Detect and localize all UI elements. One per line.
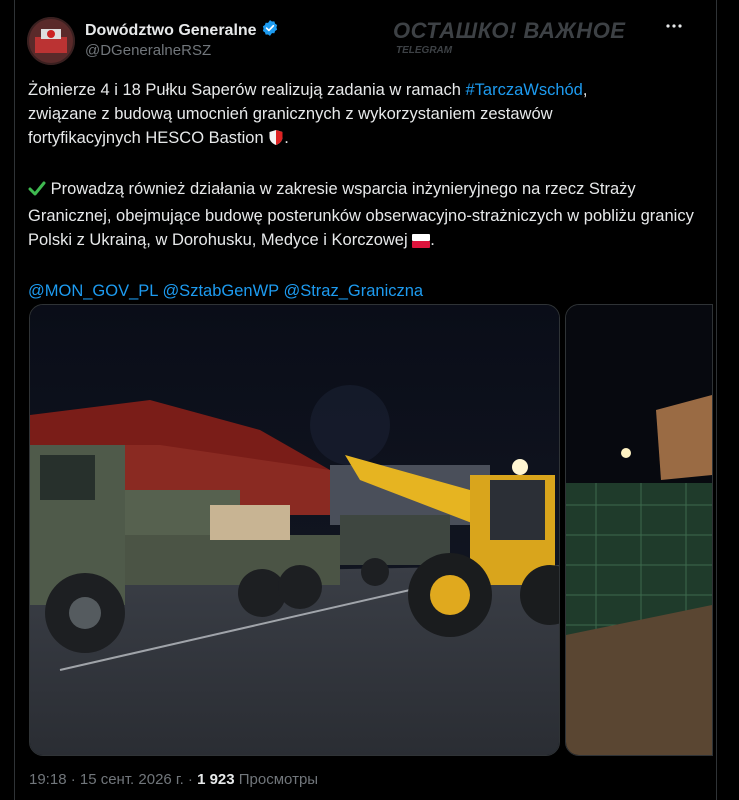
tweet-text-segment: fortyfikacyjnych HESCO Bastion	[28, 129, 264, 147]
watermark-subtitle: TELEGRAM	[396, 45, 453, 56]
views-label: Просмотры	[234, 771, 319, 788]
tweet-text-segment: Żołnierze 4 i 18 Pułku Saperów realizują…	[28, 81, 466, 99]
author-display-name[interactable]: Dowództwo Generalne	[85, 22, 257, 40]
views-count: 1 923	[197, 771, 235, 788]
poland-flag-emoji	[412, 231, 431, 255]
tweet-text: Żołnierze 4 i 18 Pułku Saperów realizują…	[28, 78, 698, 303]
mention-link[interactable]: @MON_GOV_PL	[28, 282, 158, 300]
author-handle[interactable]: @DGeneralneRSZ	[85, 42, 211, 59]
tweet-text-segment: związane z budową umocnień granicznych z…	[28, 105, 553, 123]
timestamp[interactable]: 19:18 · 15 сент. 2026 г. ·	[29, 771, 197, 788]
hashtag-link[interactable]: #TarczaWschód	[465, 81, 582, 99]
verified-badge-icon	[261, 19, 279, 42]
more-options-icon[interactable]	[664, 16, 684, 36]
mention-link[interactable]: @SztabGenWP	[162, 282, 278, 300]
tweet-text-segment: .	[284, 129, 289, 147]
tweet-paragraph-1: Żołnierze 4 i 18 Pułku Saperów realizują…	[28, 78, 698, 153]
tweet-mentions: @MON_GOV_PL @SztabGenWP @Straz_Graniczna	[28, 279, 698, 303]
avatar[interactable]	[27, 17, 75, 65]
tweet-paragraph-2: Prowadzą również działania w zakresie ws…	[28, 177, 698, 255]
shield-emoji	[268, 129, 284, 153]
tweet-text-segment: .	[430, 231, 435, 249]
tweet-footer: 19:18 · 15 сент. 2026 г. · 1 923 Просмот…	[29, 771, 318, 788]
photo-2[interactable]	[565, 304, 713, 756]
tweet-text-segment: ,	[582, 81, 588, 99]
author-name-row: Dowództwo Generalne	[85, 19, 279, 42]
watermark-title: ОСТАШКО! ВАЖНОЕ	[393, 18, 626, 43]
mention-link[interactable]: @Straz_Graniczna	[283, 282, 423, 300]
photo-1[interactable]	[29, 304, 560, 756]
check-mark-emoji	[28, 180, 46, 204]
tweet-text-segment: Prowadzą również działania w zakresie ws…	[28, 180, 694, 249]
